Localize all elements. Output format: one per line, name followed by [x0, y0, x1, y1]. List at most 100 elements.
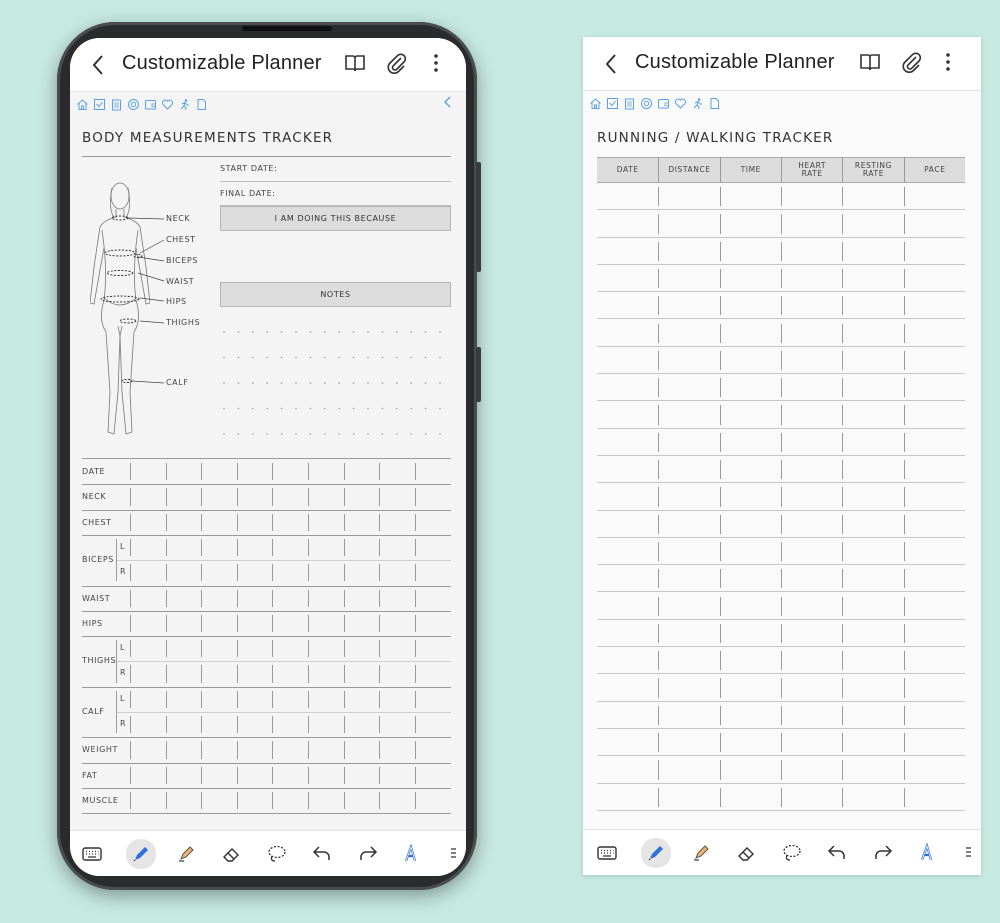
chevron-left-icon	[444, 96, 451, 108]
table-row[interactable]	[130, 712, 451, 737]
cell-divider	[842, 541, 844, 562]
back-button[interactable]	[601, 51, 623, 77]
lasso-tool-button[interactable]	[263, 840, 291, 868]
table-row[interactable]	[130, 611, 451, 636]
inbox-icon[interactable]	[606, 95, 619, 109]
pen-tool-button[interactable]	[641, 838, 671, 868]
clipboard-icon[interactable]	[110, 96, 123, 111]
figure-label-calf: CALF	[166, 378, 189, 387]
highlighter-tool-button[interactable]	[687, 839, 715, 867]
cell-divider	[781, 623, 782, 644]
attach-button[interactable]	[901, 51, 925, 75]
figure-label-neck: NECK	[166, 214, 191, 223]
page-icon[interactable]	[708, 95, 721, 109]
handwriting-tool-button[interactable]	[914, 839, 942, 867]
table-row[interactable]	[130, 661, 451, 686]
table-row[interactable]	[130, 535, 451, 560]
pen-tool-button[interactable]	[126, 839, 156, 869]
cell-divider	[842, 733, 844, 753]
app-bar: Customizable Planner	[583, 37, 981, 91]
table-row[interactable]	[130, 459, 451, 484]
home-icon[interactable]	[76, 96, 89, 110]
lasso-tool-button[interactable]	[778, 839, 806, 867]
text-tool-button[interactable]	[959, 839, 981, 867]
undo-tool-button[interactable]	[308, 840, 336, 868]
table-row[interactable]	[130, 737, 451, 762]
cell-divider	[903, 487, 905, 507]
column-header: TIME	[719, 157, 781, 183]
heart-icon[interactable]	[674, 95, 687, 109]
run-icon[interactable]	[691, 95, 704, 110]
more-button[interactable]	[425, 52, 449, 76]
chevron-left-icon	[605, 54, 616, 74]
notes-dot-grid[interactable]	[220, 328, 451, 443]
heart-icon[interactable]	[161, 96, 174, 110]
paperclip-icon	[902, 52, 922, 73]
text-tool-button[interactable]	[444, 840, 466, 868]
page-icon[interactable]	[195, 96, 208, 110]
home-icon[interactable]	[589, 95, 602, 109]
row-side-label: R	[120, 668, 127, 678]
cell-divider	[842, 596, 844, 616]
cell-divider	[658, 787, 660, 807]
wallet-icon[interactable]	[144, 96, 157, 110]
cell-divider	[903, 241, 905, 261]
nav-icon-row	[76, 96, 208, 111]
cell-divider	[842, 569, 844, 589]
start-date-line[interactable]	[220, 181, 451, 182]
cell-divider	[903, 214, 905, 234]
eraser-tool-button[interactable]	[217, 840, 245, 868]
cell-divider	[781, 405, 782, 425]
keyboard-tool-button[interactable]	[593, 839, 621, 867]
figure-label-hips: HIPS	[166, 297, 187, 306]
cell-divider	[719, 214, 721, 234]
table-row[interactable]	[130, 636, 451, 661]
handwriting-tool-button[interactable]	[398, 840, 426, 868]
undo-tool-button[interactable]	[823, 839, 851, 867]
table-row[interactable]	[130, 560, 451, 585]
pen-icon	[133, 847, 148, 862]
page-title: RUNNING / WALKING TRACKER	[597, 130, 834, 146]
inbox-icon[interactable]	[93, 96, 106, 110]
redo-tool-button[interactable]	[869, 839, 897, 867]
cell-divider	[719, 514, 721, 534]
table-row[interactable]	[130, 763, 451, 788]
cell-divider	[842, 214, 844, 234]
wallet-icon[interactable]	[657, 95, 670, 109]
cell-divider	[719, 760, 721, 780]
cell-divider	[658, 268, 660, 289]
redo-icon	[875, 845, 893, 859]
more-vertical-icon	[434, 54, 438, 72]
redo-tool-button[interactable]	[354, 840, 382, 868]
table-row[interactable]	[130, 687, 451, 712]
book-button[interactable]	[859, 51, 883, 75]
table-row[interactable]	[130, 484, 451, 509]
eraser-tool-button[interactable]	[732, 839, 760, 867]
book-button[interactable]	[344, 52, 368, 76]
lr-bracket	[116, 538, 117, 582]
target-icon[interactable]	[127, 96, 140, 110]
attach-button[interactable]	[386, 52, 410, 76]
back-button[interactable]	[88, 52, 110, 78]
table-row[interactable]	[130, 586, 451, 611]
eraser-icon	[223, 848, 239, 862]
cell-divider	[842, 296, 844, 316]
keyboard-tool-button[interactable]	[78, 840, 106, 868]
because-header: I AM DOING THIS BECAUSE	[220, 206, 451, 231]
because-area[interactable]	[220, 231, 451, 281]
redo-icon	[360, 846, 378, 860]
run-icon[interactable]	[178, 96, 191, 111]
column-header: HEART RATE	[781, 157, 842, 183]
highlighter-tool-button[interactable]	[172, 840, 200, 868]
table-row[interactable]	[130, 788, 451, 813]
figure-label-waist: WAIST	[166, 277, 195, 286]
cell-divider	[719, 623, 721, 644]
collapse-button[interactable]	[443, 95, 453, 113]
target-icon[interactable]	[640, 95, 653, 109]
cell-divider	[781, 678, 782, 698]
cell-divider	[903, 541, 905, 562]
clipboard-icon[interactable]	[623, 95, 636, 110]
pen-icon	[648, 846, 663, 861]
more-button[interactable]	[937, 51, 961, 75]
table-row[interactable]	[130, 510, 451, 535]
